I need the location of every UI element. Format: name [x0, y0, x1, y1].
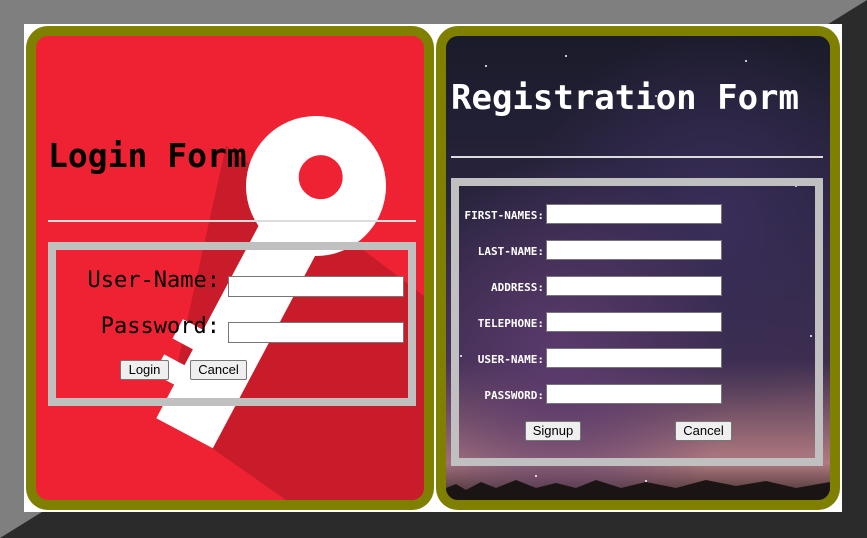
starry-sky-image: Registration Form FIRST-NAMES: LAST-NAME…	[446, 36, 830, 500]
reg-username-label: USER-NAME:	[477, 353, 544, 366]
registration-cancel-button[interactable]: Cancel	[675, 421, 732, 441]
username-label: User-Name:	[87, 268, 220, 293]
reg-password-input[interactable]	[546, 384, 722, 404]
registration-title: Registration Form	[451, 78, 799, 118]
reg-password-label: PASSWORD:	[484, 389, 544, 402]
page-frame: Login Form User-Name: Password: Login Ca…	[0, 0, 867, 538]
login-panel-face: Login Form User-Name: Password: Login Ca…	[36, 36, 424, 500]
first-names-input[interactable]	[546, 204, 722, 224]
login-divider	[48, 220, 416, 222]
reg-username-input[interactable]	[546, 348, 722, 368]
password-label: Password:	[100, 314, 220, 339]
password-input[interactable]	[228, 322, 404, 343]
registration-panel: Registration Form FIRST-NAMES: LAST-NAME…	[436, 26, 840, 510]
telephone-input[interactable]	[546, 312, 722, 332]
last-name-label: LAST-NAME:	[477, 245, 544, 258]
signup-button[interactable]: Signup	[525, 421, 581, 441]
registration-divider	[451, 156, 823, 158]
login-button[interactable]: Login	[120, 360, 169, 380]
telephone-label: TELEPHONE:	[477, 317, 544, 330]
first-names-label: FIRST-NAMES:	[464, 209, 544, 222]
login-panel: Login Form User-Name: Password: Login Ca…	[26, 26, 434, 510]
login-cancel-button[interactable]: Cancel	[190, 360, 247, 380]
page-content: Login Form User-Name: Password: Login Ca…	[24, 24, 842, 512]
username-input[interactable]	[228, 276, 404, 297]
address-input[interactable]	[546, 276, 722, 296]
last-name-input[interactable]	[546, 240, 722, 260]
login-title: Login Form	[48, 136, 247, 175]
address-label: ADDRESS:	[491, 281, 544, 294]
